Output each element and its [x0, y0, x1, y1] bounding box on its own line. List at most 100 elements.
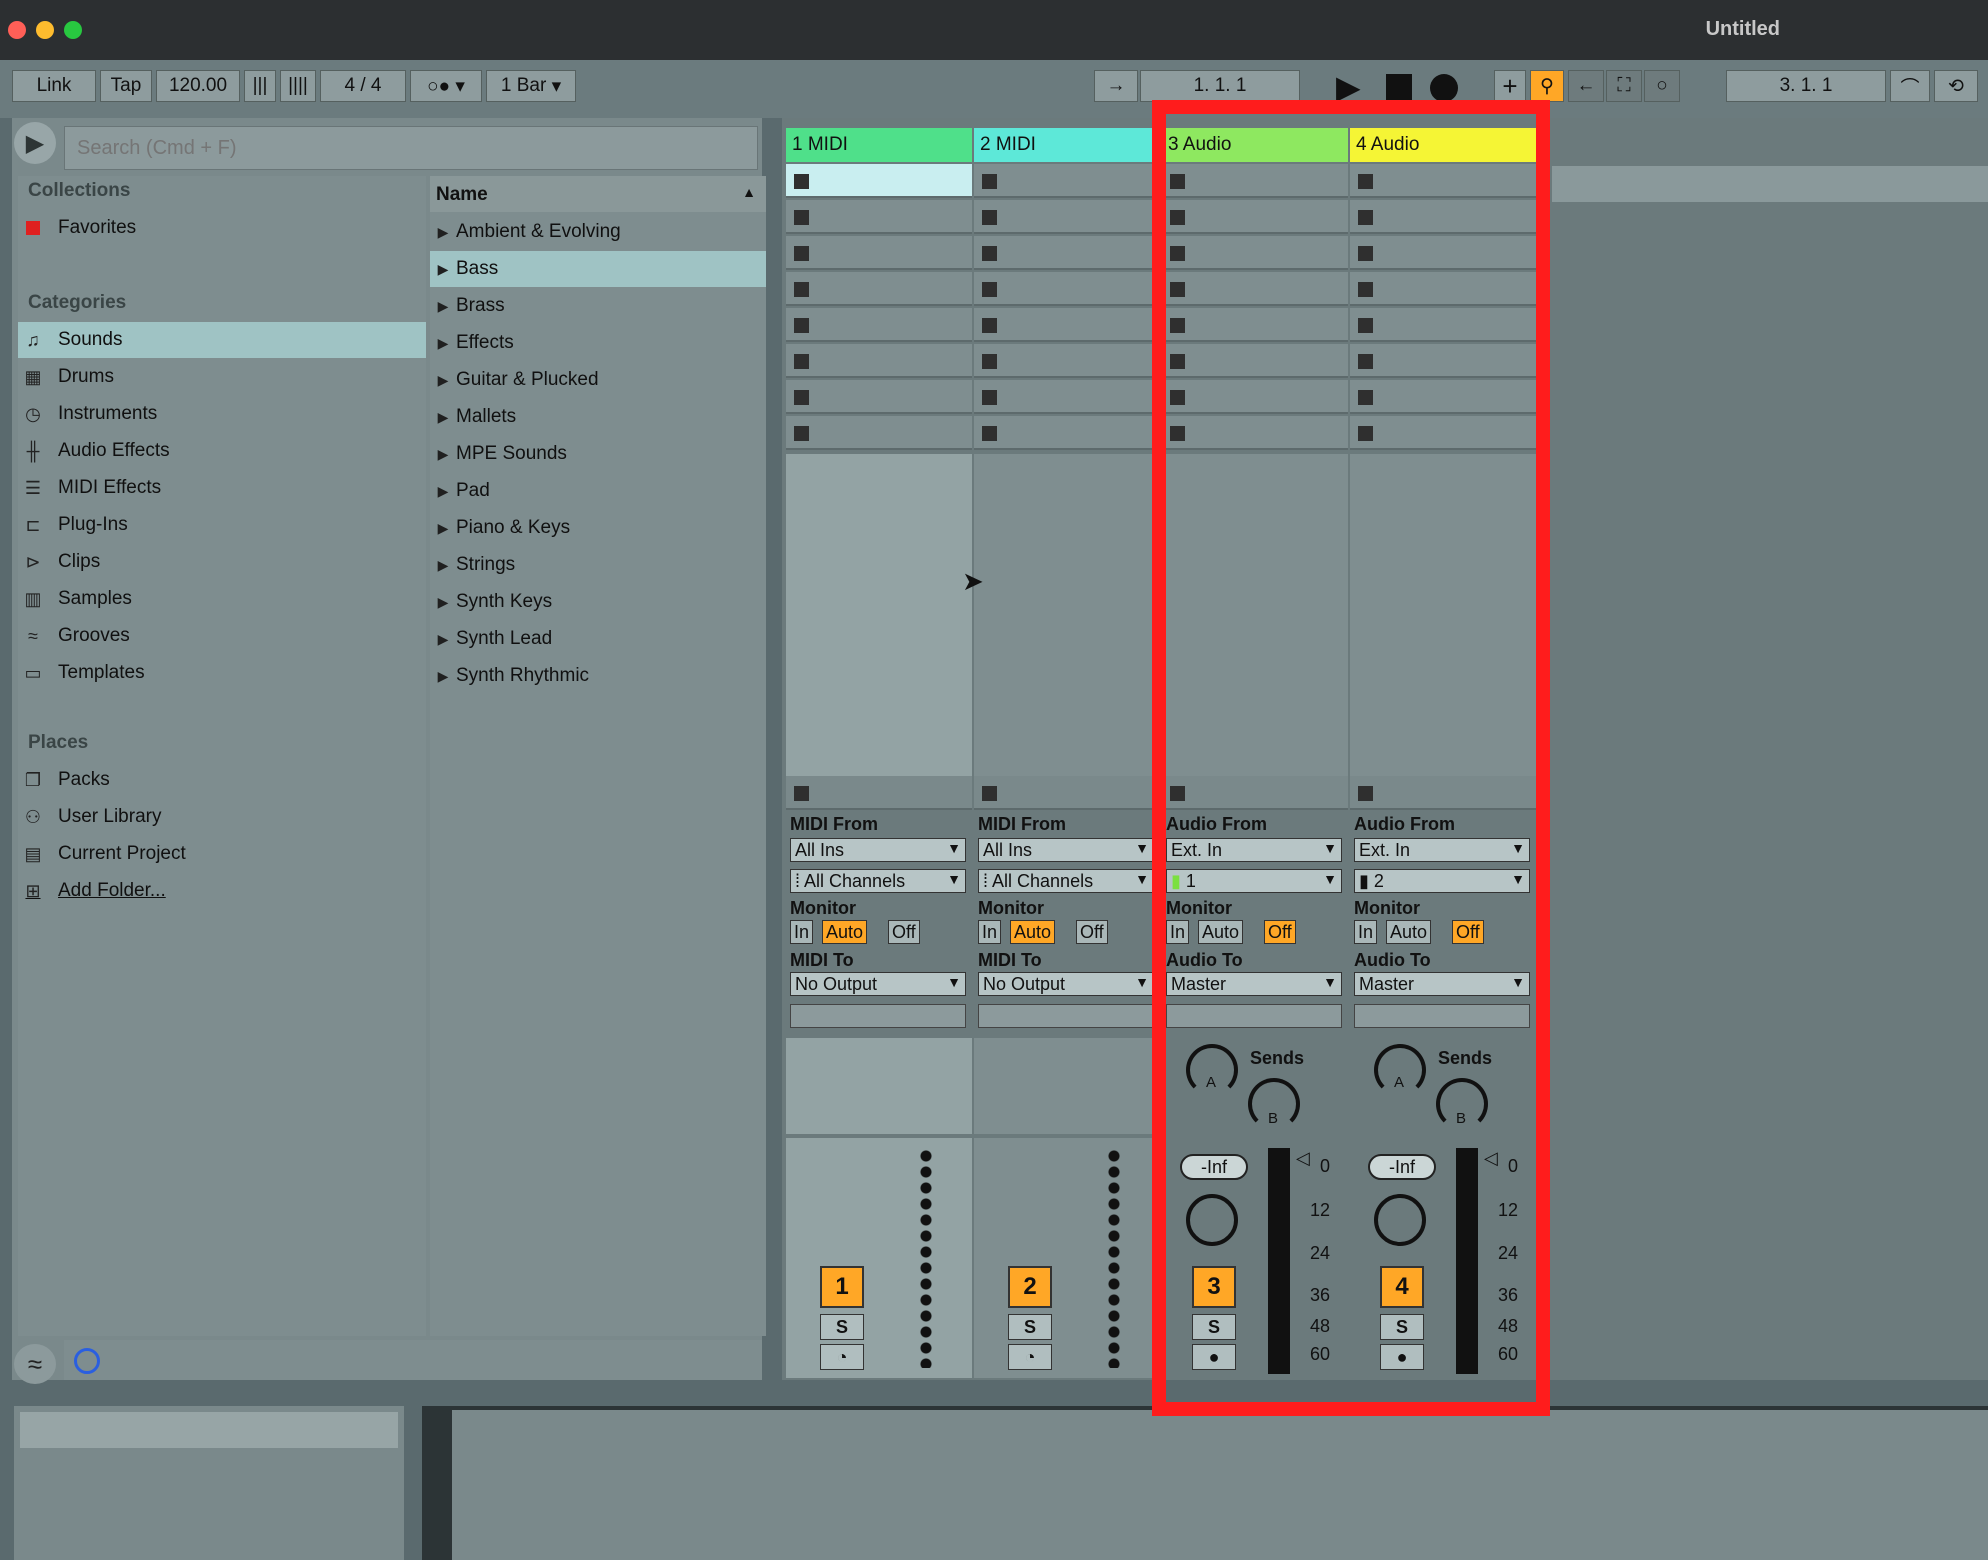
- output-channel-field[interactable]: [790, 1004, 966, 1028]
- sidebar-item-add-folder[interactable]: ⊞Add Folder...: [18, 873, 426, 909]
- clip-slot[interactable]: [974, 380, 1160, 414]
- input-type-dropdown[interactable]: All Ins▼: [978, 838, 1154, 862]
- list-item[interactable]: ▶Pad: [430, 473, 766, 509]
- loop-switch-icon[interactable]: ⟲: [1934, 70, 1978, 102]
- input-channel-dropdown[interactable]: ⁞ All Channels▼: [978, 869, 1154, 893]
- record-icon[interactable]: [1430, 74, 1458, 102]
- minimize-window-button[interactable]: [36, 21, 54, 39]
- back-to-arrangement-icon[interactable]: ←: [1568, 70, 1604, 102]
- sidebar-item-grooves[interactable]: ≈Grooves: [18, 618, 426, 654]
- clip-slot[interactable]: [786, 308, 972, 342]
- track-stop-row[interactable]: [786, 776, 972, 810]
- sidebar-item-audio-effects[interactable]: ╫Audio Effects: [18, 433, 426, 469]
- link-button[interactable]: Link: [12, 70, 96, 102]
- list-item[interactable]: ▶Bass: [430, 251, 766, 287]
- stop-clips-icon[interactable]: [982, 786, 997, 801]
- track-header[interactable]: 1 MIDI: [786, 128, 972, 162]
- list-item[interactable]: ▶Ambient & Evolving: [430, 214, 766, 250]
- clip-slot[interactable]: [974, 164, 1160, 198]
- clip-slot[interactable]: [786, 344, 972, 378]
- capture-icon[interactable]: ⛶: [1606, 70, 1642, 102]
- preview-icon[interactable]: [74, 1348, 100, 1374]
- list-item[interactable]: ▶Mallets: [430, 399, 766, 435]
- clip-slot[interactable]: [786, 200, 972, 234]
- output-channel-field[interactable]: [978, 1004, 1154, 1028]
- draw-mode-icon[interactable]: ⌒: [1890, 70, 1930, 102]
- stop-icon[interactable]: [1386, 74, 1412, 100]
- tempo-field[interactable]: 120.00: [156, 70, 240, 102]
- input-channel-dropdown[interactable]: ⁞ All Channels▼: [790, 869, 966, 893]
- stop-button-icon[interactable]: [982, 426, 997, 441]
- stop-button-icon[interactable]: [794, 426, 809, 441]
- monitor-in-button[interactable]: In: [790, 920, 813, 944]
- sidebar-item-current-project[interactable]: ▤Current Project: [18, 836, 426, 872]
- list-item[interactable]: ▶Brass: [430, 288, 766, 324]
- overdub-icon[interactable]: +: [1494, 70, 1526, 102]
- monitor-off-button[interactable]: Off: [888, 920, 920, 944]
- stop-button-icon[interactable]: [982, 390, 997, 405]
- list-item[interactable]: ▶Piano & Keys: [430, 510, 766, 546]
- stop-button-icon[interactable]: [794, 354, 809, 369]
- clip-slot[interactable]: [974, 236, 1160, 270]
- time-signature-field[interactable]: 4 / 4: [320, 70, 406, 102]
- list-item[interactable]: ▶MPE Sounds: [430, 436, 766, 472]
- list-item[interactable]: ▶Synth Rhythmic: [430, 658, 766, 694]
- list-item[interactable]: ▶Synth Lead: [430, 621, 766, 657]
- arm-button[interactable]: ◔: [1008, 1344, 1052, 1370]
- sidebar-item-instruments[interactable]: ◷Instruments: [18, 396, 426, 432]
- stop-button-icon[interactable]: [982, 174, 997, 189]
- monitor-auto-button[interactable]: Auto: [1010, 920, 1055, 944]
- clip-slot[interactable]: [786, 272, 972, 306]
- track-activator-button[interactable]: 2: [1008, 1266, 1052, 1308]
- stop-clips-icon[interactable]: [794, 786, 809, 801]
- clip-slot[interactable]: [974, 308, 1160, 342]
- sidebar-item-samples[interactable]: ▥Samples: [18, 581, 426, 617]
- list-item[interactable]: ▶Synth Keys: [430, 584, 766, 620]
- clip-slot[interactable]: [974, 416, 1160, 450]
- sidebar-item-favorites[interactable]: Favorites: [18, 210, 426, 246]
- solo-button[interactable]: S: [820, 1314, 864, 1340]
- monitor-in-button[interactable]: In: [978, 920, 1001, 944]
- session-record-icon[interactable]: ○: [1644, 70, 1680, 102]
- list-item[interactable]: ▶Strings: [430, 547, 766, 583]
- clip-slot[interactable]: [786, 380, 972, 414]
- sidebar-item-templates[interactable]: ▭Templates: [18, 655, 426, 691]
- nudge-down-icon[interactable]: |||: [244, 70, 276, 102]
- list-item[interactable]: ▶Effects: [430, 325, 766, 361]
- arrangement-position-field[interactable]: 1. 1. 1: [1140, 70, 1300, 102]
- tap-button[interactable]: Tap: [100, 70, 152, 102]
- sidebar-item-user-library[interactable]: ⚇User Library: [18, 799, 426, 835]
- solo-button[interactable]: S: [1008, 1314, 1052, 1340]
- groove-pool-icon[interactable]: ≈: [14, 1344, 56, 1384]
- stop-button-icon[interactable]: [794, 246, 809, 261]
- browser-toggle-icon[interactable]: ▶: [14, 122, 56, 164]
- clip-slot[interactable]: [786, 164, 972, 198]
- clip-slot[interactable]: [974, 272, 1160, 306]
- stop-button-icon[interactable]: [794, 318, 809, 333]
- metronome-icon[interactable]: ○● ▾: [410, 70, 482, 102]
- track-activator-button[interactable]: 1: [820, 1266, 864, 1308]
- stop-button-icon[interactable]: [982, 210, 997, 225]
- stop-button-icon[interactable]: [794, 174, 809, 189]
- nudge-up-icon[interactable]: ||||: [280, 70, 316, 102]
- arm-button[interactable]: ◔: [820, 1344, 864, 1370]
- output-type-dropdown[interactable]: No Output▼: [790, 972, 966, 996]
- maximize-window-button[interactable]: [64, 21, 82, 39]
- stop-button-icon[interactable]: [982, 282, 997, 297]
- stop-button-icon[interactable]: [794, 210, 809, 225]
- sidebar-item-drums[interactable]: ▦Drums: [18, 359, 426, 395]
- monitor-auto-button[interactable]: Auto: [822, 920, 867, 944]
- sidebar-item-sounds[interactable]: ♫Sounds: [18, 322, 426, 358]
- clip-slot[interactable]: [786, 416, 972, 450]
- output-type-dropdown[interactable]: No Output▼: [978, 972, 1154, 996]
- follow-icon[interactable]: →: [1094, 70, 1138, 102]
- clip-slot[interactable]: [786, 236, 972, 270]
- stop-button-icon[interactable]: [982, 246, 997, 261]
- stop-button-icon[interactable]: [982, 318, 997, 333]
- stop-button-icon[interactable]: [982, 354, 997, 369]
- name-column-header[interactable]: Name▲: [430, 176, 766, 212]
- stop-button-icon[interactable]: [794, 282, 809, 297]
- close-window-button[interactable]: [8, 21, 26, 39]
- track-stop-row[interactable]: [974, 776, 1160, 810]
- track-header[interactable]: 2 MIDI: [974, 128, 1160, 162]
